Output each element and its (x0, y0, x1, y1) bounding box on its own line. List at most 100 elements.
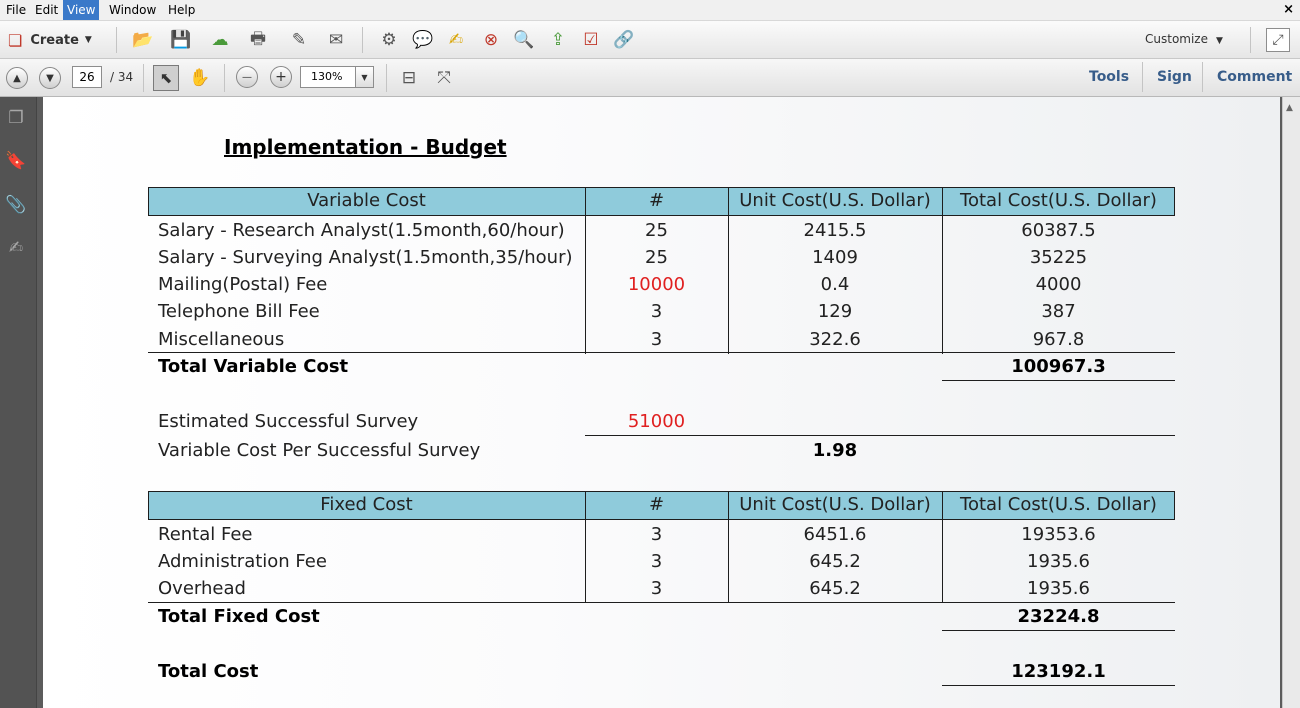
chevron-down-icon: ▼ (1216, 36, 1223, 46)
menu-help[interactable]: Help (164, 0, 199, 20)
close-document-icon[interactable]: × (1283, 0, 1294, 20)
document-page: Implementation - Budget Variable Cost # … (43, 97, 1280, 708)
row-unit: 2415.5 (803, 220, 867, 241)
total-underline (942, 685, 1175, 686)
row-total: 1935.6 (1027, 551, 1090, 572)
hand-tool-icon[interactable]: ✋ (189, 67, 211, 89)
gear-icon[interactable]: ⚙ (378, 29, 400, 51)
tab-separator (1202, 62, 1203, 92)
row-item: Rental Fee (158, 524, 253, 545)
fullscreen-icon[interactable]: ⤢ (1266, 28, 1290, 52)
fit-width-icon[interactable]: ⤧ (433, 67, 455, 89)
search-doc-icon[interactable]: 🔍 (513, 29, 535, 51)
header-qty: # (648, 190, 665, 211)
table-divider (585, 216, 586, 354)
tab-comment[interactable]: Comment (1217, 69, 1292, 85)
row-unit: 645.2 (809, 551, 861, 572)
per-survey-label: Variable Cost Per Successful Survey (158, 440, 481, 461)
comment-icon[interactable]: 💬 (412, 29, 434, 51)
row-total: 60387.5 (1021, 220, 1096, 241)
tab-sign[interactable]: Sign (1157, 69, 1192, 85)
menu-window[interactable]: Window (105, 0, 160, 20)
row-total: 967.8 (1032, 329, 1085, 350)
zoom-in-icon[interactable]: + (270, 66, 292, 88)
total-fixed-value: 23224.8 (1017, 606, 1100, 627)
create-label: Create (30, 32, 79, 48)
chevron-down-icon: ▼ (84, 35, 92, 45)
row-total: 4000 (1035, 274, 1082, 295)
row-unit: 645.2 (809, 578, 861, 599)
row-total: 387 (1041, 301, 1076, 322)
survey-rule (585, 435, 1175, 436)
next-page-icon[interactable]: ▼ (39, 67, 61, 89)
header-unit-cost: Unit Cost(U.S. Dollar) (739, 190, 931, 211)
email-icon[interactable]: ✉ (325, 29, 347, 51)
sticky-note-icon[interactable]: ✍ (445, 29, 467, 51)
row-item: Overhead (158, 578, 246, 599)
estimated-survey-label: Estimated Successful Survey (158, 411, 419, 432)
pages-icon[interactable]: ❐ (5, 107, 27, 129)
tab-separator (1142, 62, 1143, 92)
row-unit: 129 (817, 301, 853, 322)
page-number-input[interactable] (72, 66, 102, 88)
per-survey-value: 1.98 (812, 440, 858, 461)
table-divider (585, 520, 586, 602)
vertical-scrollbar[interactable]: ▲ (1282, 97, 1300, 708)
header-fixed-cost: Fixed Cost (320, 494, 413, 515)
save-icon[interactable]: 💾 (170, 29, 192, 51)
row-unit: 0.4 (820, 274, 850, 295)
toolbar-separator (1250, 27, 1251, 53)
open-folder-icon[interactable]: 📂 (132, 29, 154, 51)
attachment-icon[interactable]: 📎 (5, 194, 27, 216)
create-button[interactable]: ❏ Create ▼ (8, 29, 92, 51)
edit-icon[interactable]: ✎ (288, 29, 310, 51)
bookmark-icon[interactable]: 🔖 (5, 150, 27, 172)
form-icon[interactable]: ☑ (580, 29, 602, 51)
select-tool-icon[interactable]: ⬉ (153, 65, 179, 91)
row-item: Mailing(Postal) Fee (158, 274, 328, 295)
link-icon[interactable]: 🔗 (613, 29, 635, 51)
row-item: Administration Fee (158, 551, 327, 572)
row-item: Salary - Research Analyst(1.5month,60/ho… (158, 220, 565, 241)
estimated-survey-value: 51000 (627, 411, 686, 432)
header-qty: # (648, 494, 665, 515)
toolbar-separator (224, 64, 225, 92)
chevron-down-icon[interactable]: ▼ (356, 66, 374, 88)
menu-view[interactable]: View (63, 0, 100, 20)
previous-page-icon[interactable]: ▲ (6, 67, 28, 89)
row-unit: 322.6 (809, 329, 861, 350)
scroll-up-icon[interactable]: ▲ (1286, 103, 1293, 113)
export-icon[interactable]: ⇪ (547, 29, 569, 51)
menu-bar: File Edit View Window Help × (0, 0, 1300, 21)
row-item: Miscellaneous (158, 329, 285, 350)
customize-button[interactable]: Customize ▼ (1145, 32, 1223, 46)
row-unit: 1409 (812, 247, 858, 268)
menu-file[interactable]: File (2, 0, 30, 20)
zoom-out-icon[interactable]: — (236, 66, 258, 88)
zoom-input[interactable]: 130% (300, 66, 356, 88)
print-icon[interactable]: 🖶 (247, 29, 269, 51)
cloud-upload-icon[interactable]: ☁ (209, 29, 231, 51)
header-total-cost: Total Cost(U.S. Dollar) (960, 190, 1157, 211)
row-qty: 25 (645, 220, 668, 241)
row-qty: 3 (650, 301, 663, 322)
row-qty: 25 (645, 247, 668, 268)
pdf-delete-icon[interactable]: ⊗ (480, 29, 502, 51)
signature-icon[interactable]: ✍ (5, 237, 27, 259)
grand-total-value: 123192.1 (1011, 661, 1106, 682)
table-divider (942, 216, 943, 354)
toolbar-separator (116, 27, 117, 53)
table-divider (728, 216, 729, 354)
row-qty: 3 (650, 578, 663, 599)
header-total-cost: Total Cost(U.S. Dollar) (960, 494, 1157, 515)
toolbar-separator (362, 27, 363, 53)
customize-label: Customize (1145, 32, 1208, 46)
menu-edit[interactable]: Edit (31, 0, 62, 20)
row-item: Telephone Bill Fee (158, 301, 320, 322)
toolbar-separator (143, 64, 144, 92)
total-rule (148, 352, 1175, 353)
tab-tools[interactable]: Tools (1089, 69, 1129, 85)
fit-page-icon[interactable]: ⊟ (398, 67, 420, 89)
row-qty: 3 (650, 329, 663, 350)
total-underline (942, 380, 1175, 381)
